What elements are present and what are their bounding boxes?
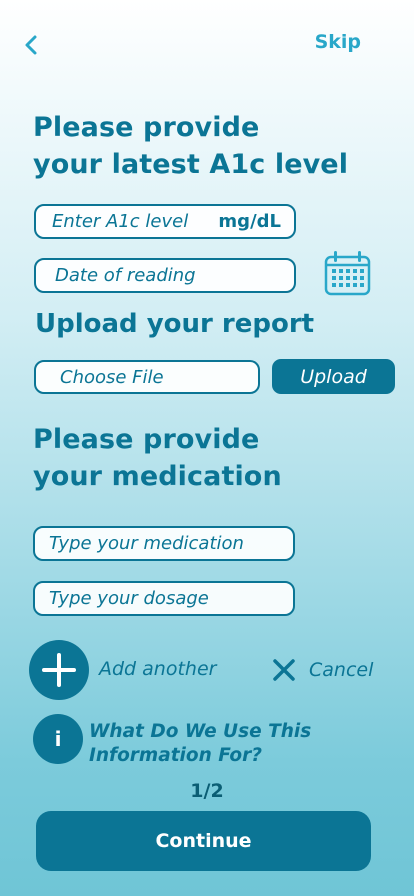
a1c-heading-line2: your latest A1c level	[33, 149, 349, 180]
a1c-level-input[interactable]: Enter A1c level mg/dL	[34, 204, 296, 239]
dosage-placeholder: Type your dosage	[49, 588, 209, 609]
calendar-icon	[324, 251, 371, 296]
medication-input[interactable]: Type your medication	[33, 526, 295, 561]
date-placeholder: Date of reading	[55, 265, 196, 286]
continue-button[interactable]: Continue	[36, 811, 371, 871]
info-icon[interactable]: i	[33, 714, 83, 764]
page-indicator: 1/2	[190, 780, 224, 802]
skip-button[interactable]: Skip	[315, 31, 361, 53]
close-icon	[273, 659, 295, 681]
medication-heading-line2: your medication	[33, 461, 282, 492]
medication-placeholder: Type your medication	[49, 533, 244, 554]
medication-heading: Please provide your medication	[33, 421, 282, 495]
choose-file-button[interactable]: Choose File	[34, 360, 260, 394]
plus-icon	[42, 653, 76, 687]
dosage-input[interactable]: Type your dosage	[33, 581, 295, 616]
info-link[interactable]: What Do We Use This Information For?	[89, 720, 389, 768]
choose-file-label: Choose File	[60, 366, 164, 388]
cancel-button[interactable]	[271, 657, 297, 683]
upload-report-heading: Upload your report	[35, 309, 315, 339]
medication-heading-line1: Please provide	[33, 424, 260, 455]
a1c-level-placeholder: Enter A1c level	[52, 211, 189, 232]
add-another-label[interactable]: Add another	[99, 658, 216, 680]
back-button[interactable]	[22, 34, 42, 56]
a1c-heading-line1: Please provide	[33, 112, 260, 143]
calendar-button[interactable]	[324, 250, 371, 296]
upload-button[interactable]: Upload	[272, 359, 395, 394]
a1c-heading: Please provide your latest A1c level	[33, 109, 348, 183]
date-of-reading-input[interactable]: Date of reading	[34, 258, 296, 293]
add-another-button[interactable]	[29, 640, 89, 700]
cancel-label[interactable]: Cancel	[309, 659, 373, 681]
unit-label: mg/dL	[218, 211, 281, 232]
chevron-left-icon	[25, 35, 37, 55]
